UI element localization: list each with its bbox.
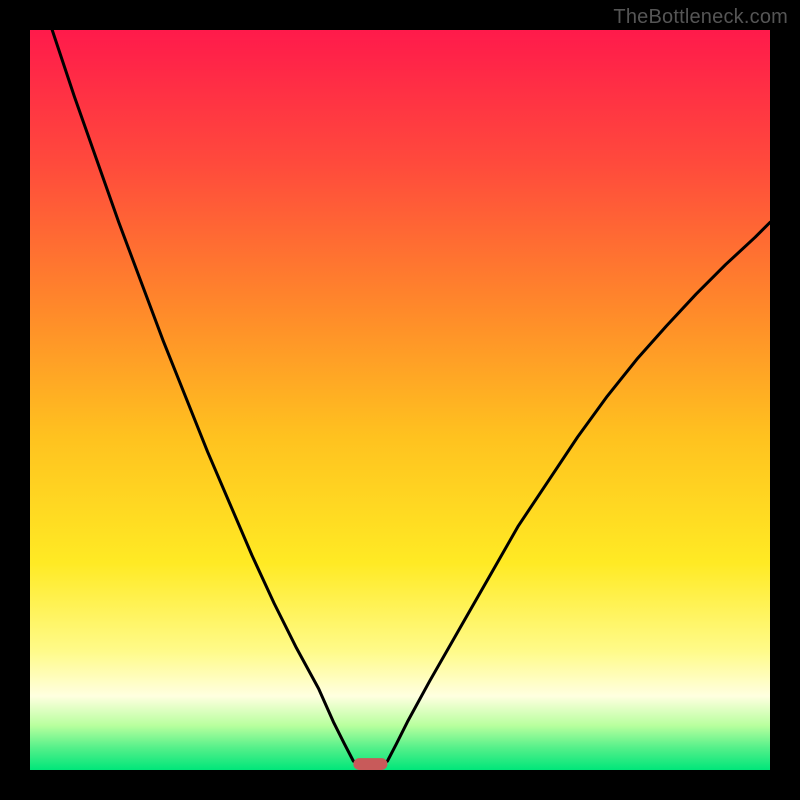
plot-area — [30, 30, 770, 770]
chart-svg — [30, 30, 770, 770]
minimum-marker — [353, 758, 387, 770]
gradient-background — [30, 30, 770, 770]
chart-frame: TheBottleneck.com — [0, 0, 800, 800]
watermark-text: TheBottleneck.com — [613, 6, 788, 29]
minimum-pill — [353, 758, 387, 770]
